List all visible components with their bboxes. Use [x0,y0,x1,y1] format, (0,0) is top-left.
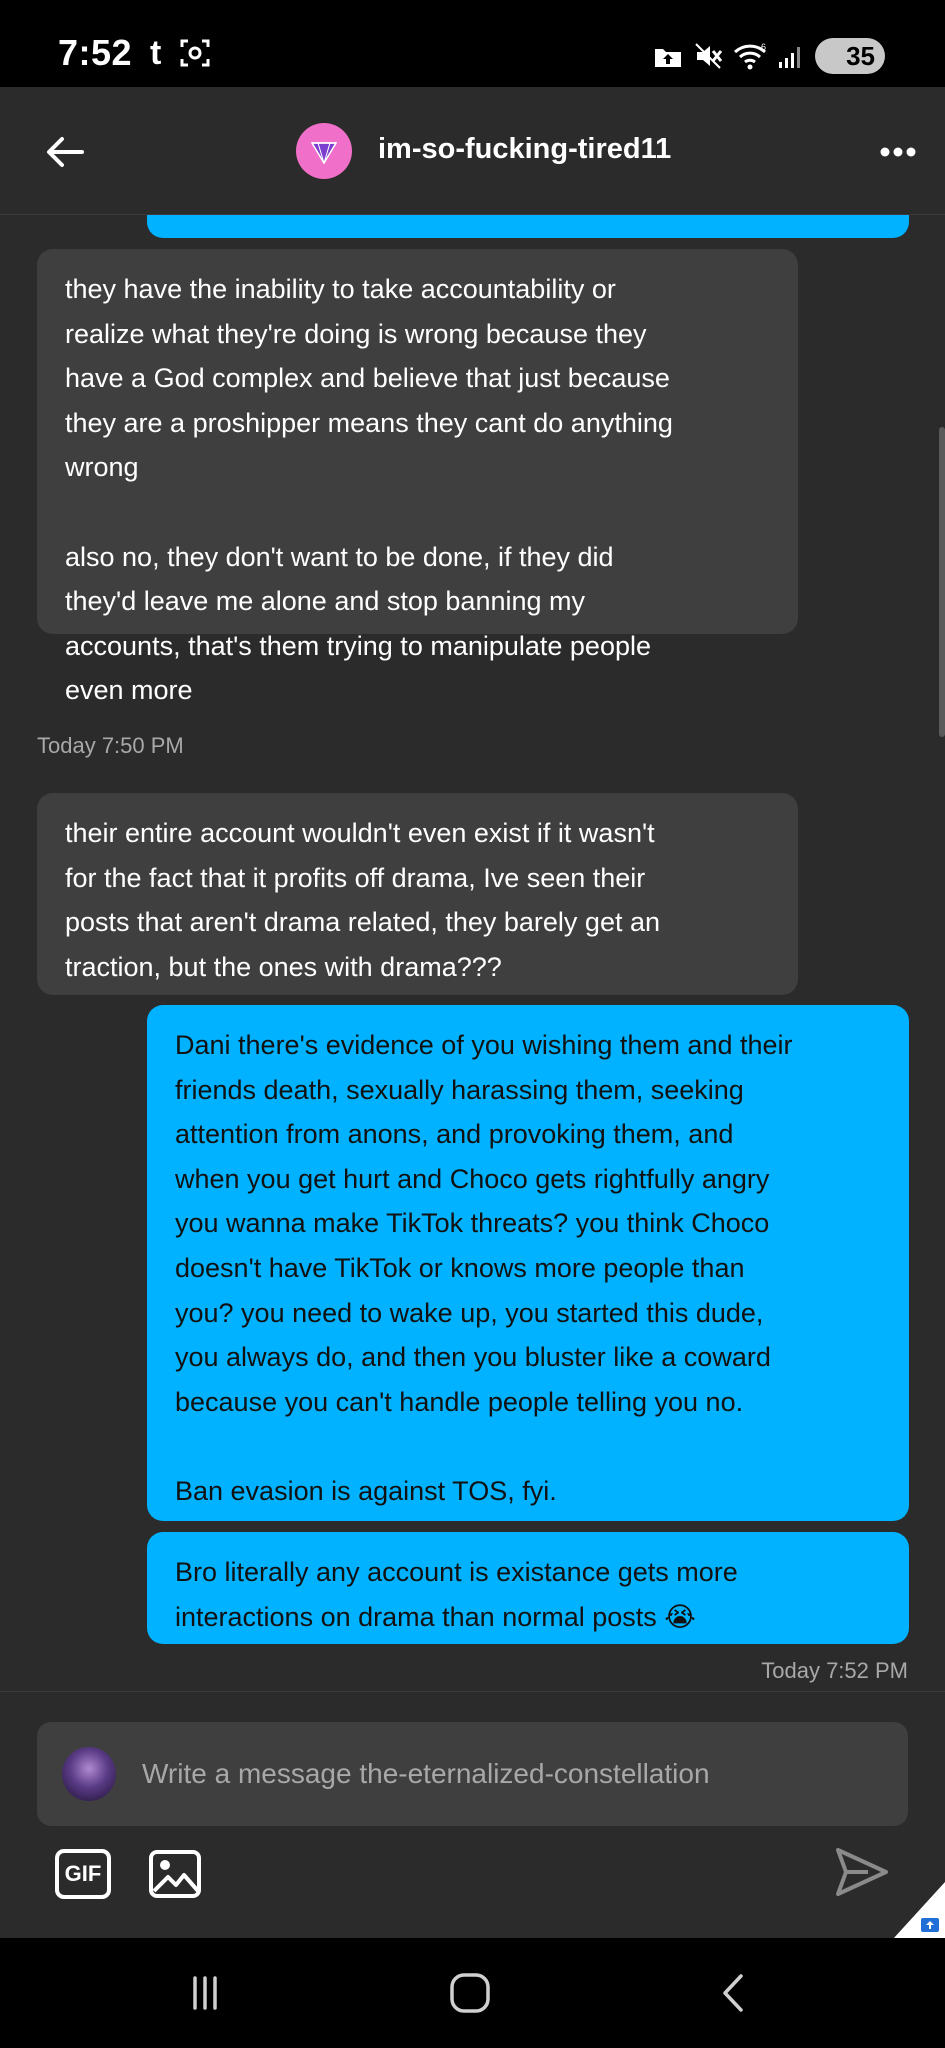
avatar[interactable] [296,123,352,179]
upload-icon [655,49,681,67]
message-input[interactable] [142,1750,862,1798]
composer-area: GIF [0,1691,945,1939]
more-horizontal-icon[interactable] [873,127,923,177]
battery-indicator: 35 [815,38,885,74]
status-bar: 7:52 t 6 35 [0,0,945,87]
mute-icon [695,43,723,69]
message-bubble-incoming: their entire account wouldn't even exist… [37,793,798,995]
message-bubble-outgoing: Bro literally any account is existance g… [147,1532,909,1644]
svg-text:6: 6 [761,42,766,52]
wifi-icon: 6 [733,42,767,70]
system-nav-bar [0,1938,945,2048]
image-icon[interactable] [148,1849,202,1899]
status-time: 7:52 [58,32,133,73]
gif-button[interactable]: GIF [55,1849,111,1899]
tumblr-t-icon: t [150,34,162,72]
battery-level: 35 [846,40,875,71]
message-bubble-outgoing-partial [147,215,909,238]
status-right-icons: 6 35 [653,38,885,74]
home-icon[interactable] [440,1968,500,2018]
back-icon[interactable] [705,1968,765,2018]
signal-icon [779,47,800,68]
message-timestamp: Today 7:52 PM [761,1658,908,1683]
screenshot-icon [180,39,210,67]
arrow-left-icon[interactable] [40,127,90,177]
recent-apps-icon[interactable] [175,1968,235,2018]
conversation-header: im-so-fucking-tired11 [0,87,945,215]
status-left-icons: t [150,36,211,70]
message-bubble-incoming: they have the inability to take accounta… [37,249,798,705]
diamond-triangle-icon [310,142,338,165]
upload-badge-icon[interactable] [893,1882,945,1939]
message-list[interactable]: they have the inability to take accounta… [0,215,945,1691]
message-timestamp: Today 7:50 PM [37,733,184,758]
conversation-title[interactable]: im-so-fucking-tired11 [378,133,671,166]
user-avatar [62,1747,116,1801]
scrollbar-thumb[interactable] [939,427,945,737]
send-icon[interactable] [832,1842,892,1902]
message-composer[interactable] [37,1722,908,1826]
message-bubble-outgoing: Dani there's evidence of you wishing the… [147,1005,909,1521]
gif-label: GIF [64,1861,102,1886]
